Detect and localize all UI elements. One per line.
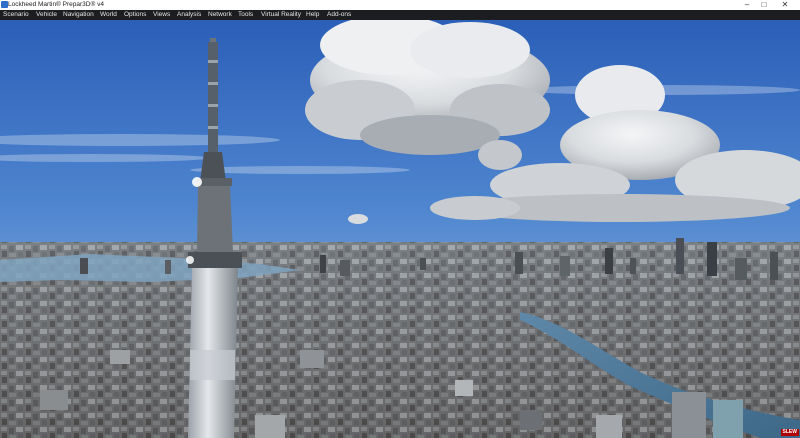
menu-help[interactable]: Help xyxy=(306,10,319,20)
menu-analysis[interactable]: Analysis xyxy=(177,10,201,20)
menu-world[interactable]: World xyxy=(100,10,117,20)
menu-vehicle[interactable]: Vehicle xyxy=(36,10,57,20)
close-button[interactable]: ✕ xyxy=(770,0,800,10)
menu-tools[interactable]: Tools xyxy=(238,10,253,20)
minimize-button[interactable]: – xyxy=(740,0,754,10)
menu-virtual-reality[interactable]: Virtual Reality xyxy=(261,10,301,20)
menu-bar: Scenario Vehicle Navigation World Option… xyxy=(0,10,800,20)
menu-views[interactable]: Views xyxy=(153,10,170,20)
maximize-button[interactable]: □ xyxy=(757,0,771,10)
menu-options[interactable]: Options xyxy=(124,10,146,20)
menu-navigation[interactable]: Navigation xyxy=(63,10,94,20)
menu-add-ons[interactable]: Add-ons xyxy=(327,10,351,20)
menu-network[interactable]: Network xyxy=(208,10,232,20)
window-title: Lockheed Martin® Prepar3D® v4 xyxy=(8,1,104,8)
menu-scenario[interactable]: Scenario xyxy=(3,10,29,20)
simulator-viewport[interactable]: SLEW xyxy=(0,20,800,438)
scenery-view xyxy=(0,20,800,438)
app-icon xyxy=(1,1,8,8)
slew-mode-badge: SLEW xyxy=(780,429,799,436)
title-bar: Lockheed Martin® Prepar3D® v4 – □ ✕ xyxy=(0,0,800,10)
